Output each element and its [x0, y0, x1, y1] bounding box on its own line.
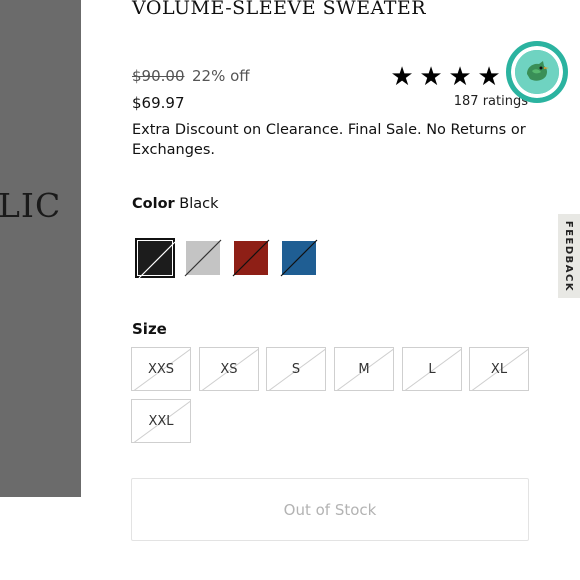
current-price: $69.97	[132, 94, 185, 112]
swatch-blue[interactable]	[279, 238, 319, 278]
size-option-xxl[interactable]: XXL	[131, 399, 191, 443]
swatch-black[interactable]	[135, 238, 176, 279]
color-selection-label: Color Black	[132, 196, 219, 212]
clearance-notice: Extra Discount on Clearance. Final Sale.…	[132, 122, 526, 158]
size-option-label: M	[358, 361, 370, 377]
star-icon: ★	[419, 62, 443, 92]
out-of-stock-button[interactable]: Out of Stock	[131, 478, 529, 541]
discount-label: 22% off	[192, 67, 250, 85]
size-option-l[interactable]: L	[402, 347, 462, 391]
size-option-label: XXS	[147, 361, 175, 377]
brand-fragment: LIC	[0, 186, 62, 225]
product-title: VOLUME-SLEEVE SWEATER	[132, 0, 427, 19]
size-label: Size	[132, 320, 167, 338]
selected-color: Black	[179, 196, 219, 212]
star-icon: ★	[477, 62, 501, 92]
swatch-light-gray[interactable]	[183, 238, 223, 278]
star-icon: ★	[390, 62, 414, 92]
size-option-label: XXL	[148, 413, 174, 429]
unavailable-slash-icon	[280, 239, 318, 277]
unavailable-slash-icon	[184, 239, 222, 277]
product-image-panel: LIC	[0, 0, 81, 497]
size-option-m[interactable]: M	[334, 347, 394, 391]
size-option-label: S	[291, 361, 301, 377]
color-swatches	[135, 238, 319, 279]
bird-icon	[515, 50, 559, 94]
feedback-tab[interactable]: FEEDBACK	[558, 214, 580, 298]
chat-assistant-button[interactable]	[506, 41, 568, 103]
original-price: $90.00	[132, 67, 185, 85]
size-option-s[interactable]: S	[266, 347, 326, 391]
size-option-xs[interactable]: XS	[199, 347, 259, 391]
feedback-label: FEEDBACK	[563, 220, 575, 292]
size-option-xl[interactable]: XL	[469, 347, 529, 391]
rating-stars[interactable]: ★ ★ ★ ★	[390, 63, 501, 91]
size-option-xxs[interactable]: XXS	[131, 347, 191, 391]
size-option-label: L	[428, 361, 436, 377]
swatch-red[interactable]	[231, 238, 271, 278]
unavailable-slash-icon	[138, 241, 176, 279]
size-option-label: XL	[490, 361, 508, 377]
unavailable-slash-icon	[232, 239, 270, 277]
star-icon: ★	[448, 62, 472, 92]
size-option-label: XS	[220, 361, 238, 377]
color-label: Color	[132, 196, 175, 212]
